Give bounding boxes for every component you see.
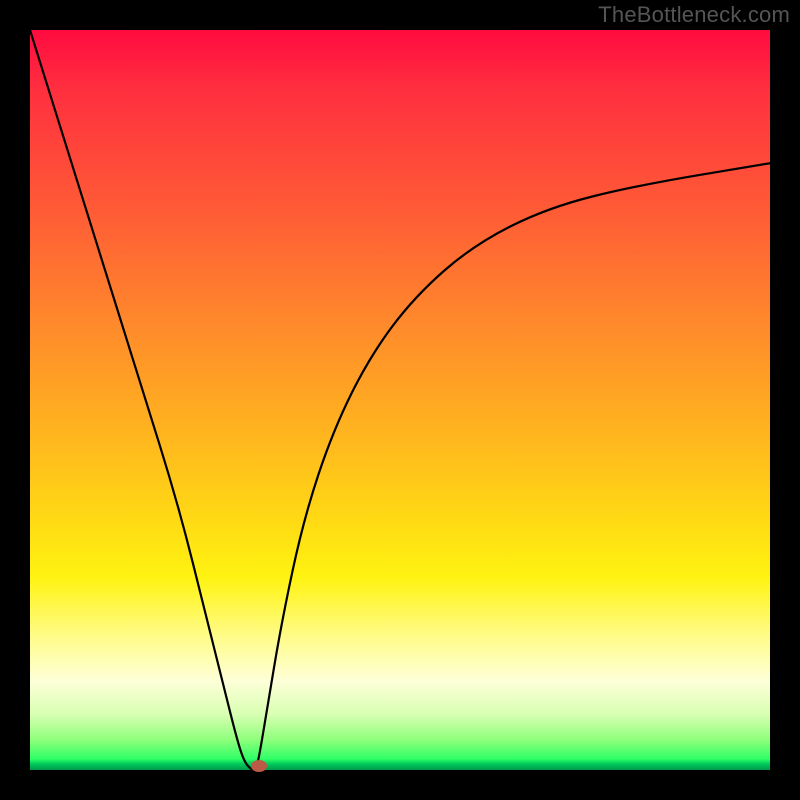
optimum-marker-icon [251, 760, 267, 772]
plot-area [30, 30, 770, 770]
curve-layer [30, 30, 770, 770]
chart-frame: TheBottleneck.com [0, 0, 800, 800]
bottleneck-curve [30, 30, 770, 770]
watermark-text: TheBottleneck.com [598, 2, 790, 28]
